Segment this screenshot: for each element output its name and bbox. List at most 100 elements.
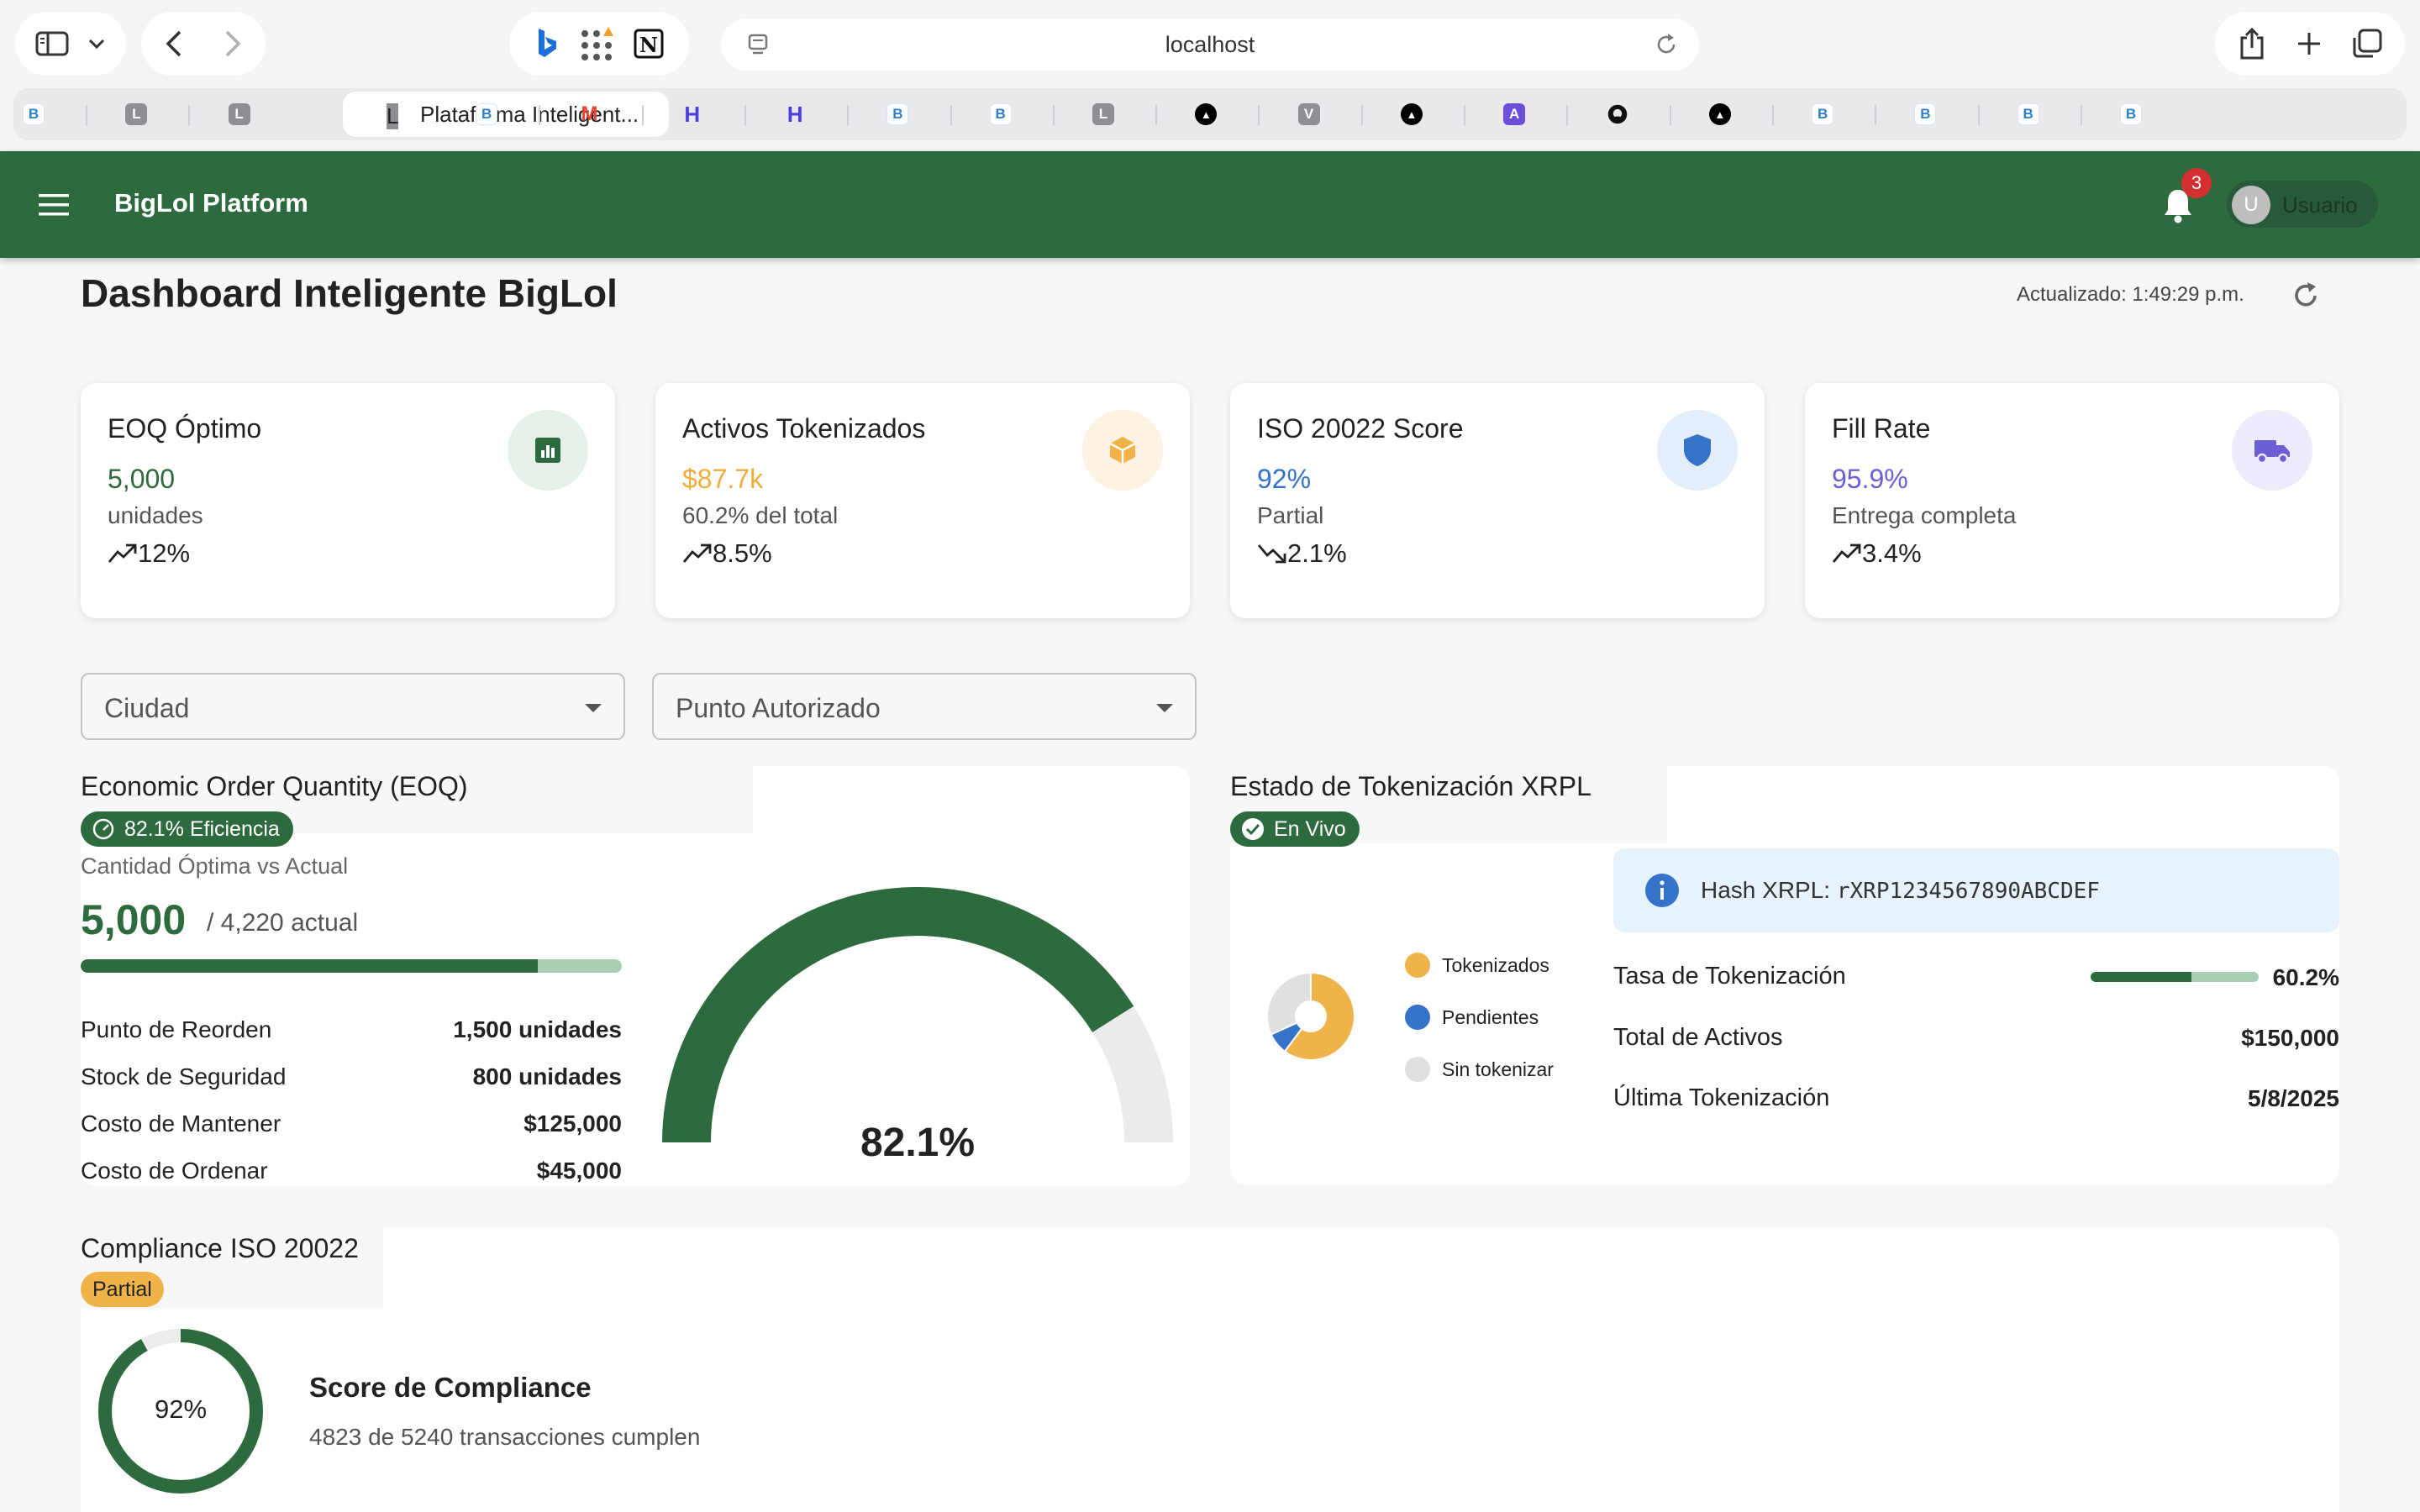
eoq-row-value: $45,000 — [536, 1158, 622, 1184]
tab-separator — [847, 105, 850, 125]
browser-tab[interactable]: B — [10, 95, 57, 134]
point-select[interactable]: Punto Autorizado — [652, 673, 1197, 740]
tab-bar: L Plataforma Inteligent... B L L B M H H B B L ▲ V ▲… — [13, 88, 2407, 140]
reload-icon[interactable] — [1654, 32, 1679, 57]
legend-label: Sin tokenizar — [1442, 1058, 1554, 1080]
gauge-label: 82.1% — [860, 1121, 975, 1165]
address-bar[interactable]: localhost — [721, 18, 1699, 71]
browser-tab[interactable]: ▲ — [1182, 95, 1229, 134]
browser-tab[interactable] — [1594, 95, 1641, 134]
eoq-optimal-value: 5,000 — [81, 896, 187, 943]
browser-tab[interactable]: B — [1799, 95, 1846, 134]
tab-favicon: B — [1812, 103, 1834, 125]
browser-tab[interactable]: B — [463, 95, 510, 134]
chevron-down-icon — [1156, 704, 1173, 712]
tab-separator — [1566, 105, 1569, 125]
donut-slice — [1266, 971, 1312, 1036]
hash-text: Hash XRPL: rXRP1234567890ABCDEF — [1701, 877, 2100, 904]
sidebar-toggle-group[interactable] — [15, 12, 126, 76]
browser-tab[interactable]: H — [771, 95, 818, 134]
browser-tab[interactable]: B — [2005, 95, 2052, 134]
tab-overview-icon[interactable] — [2351, 28, 2383, 60]
live-chip: En Vivo — [1230, 811, 1360, 847]
browser-tab[interactable]: B — [1902, 95, 1949, 134]
tab-separator — [86, 105, 88, 125]
kpi-trend: 12% — [108, 538, 190, 569]
back-icon[interactable] — [158, 27, 192, 60]
tab-favicon: ▲ — [1195, 103, 1218, 125]
avatar: U — [2232, 186, 2270, 224]
box-icon — [1082, 410, 1163, 491]
tab-separator — [1464, 105, 1466, 125]
app-title: BigLol Platform — [114, 188, 308, 218]
browser-tab[interactable]: A — [1491, 95, 1538, 134]
speedometer-icon — [92, 818, 114, 840]
page-title: Dashboard Inteligente BigLol — [81, 271, 618, 315]
apps-grid-icon[interactable] — [579, 26, 614, 61]
tab-favicon: ▲ — [1708, 103, 1731, 125]
browser-tab[interactable]: L — [1080, 95, 1127, 134]
truck-icon — [2232, 410, 2312, 491]
browser-tab[interactable]: L — [216, 95, 263, 134]
hash-label: Hash XRPL: — [1701, 877, 1837, 903]
bing-icon[interactable] — [534, 27, 559, 60]
tab-favicon: H — [684, 101, 701, 127]
chevron-down-icon[interactable] — [87, 38, 106, 50]
eoq-row-value: 800 unidades — [472, 1063, 622, 1089]
tab-favicon: B — [23, 103, 45, 125]
sidebar-icon[interactable] — [35, 31, 69, 56]
browser-tab[interactable]: B — [874, 95, 921, 134]
kpi-subtitle: Partial — [1257, 502, 1324, 528]
kpi-title: Activos Tokenizados — [682, 413, 926, 444]
browser-tab[interactable]: B — [977, 95, 1024, 134]
kpi-value: 5,000 — [108, 464, 176, 494]
browser-tab[interactable]: H — [669, 95, 716, 134]
tokenization-title: Estado de Tokenización XRPL — [1230, 771, 1591, 801]
efficiency-chip-label: 82.1% Eficiencia — [124, 816, 280, 841]
forward-icon[interactable] — [215, 27, 249, 60]
browser-chrome: N localhost L Plataforma Inteligent... B… — [0, 0, 2420, 151]
chevron-down-icon — [585, 704, 602, 712]
browser-tab[interactable]: M — [566, 95, 613, 134]
browser-tab[interactable]: B — [2107, 95, 2154, 134]
eoq-subtitle: Cantidad Óptima vs Actual — [81, 853, 349, 879]
new-tab-icon[interactable] — [2296, 30, 2323, 57]
eoq-actual-value: / 4,220 actual — [207, 909, 359, 937]
tab-favicon: L — [228, 103, 250, 125]
rate-value: 60.2% — [2272, 964, 2339, 990]
total-assets-value: $150,000 — [2241, 1025, 2339, 1051]
last-tokenization-label: Última Tokenización — [1613, 1084, 1830, 1111]
tab-separator — [188, 105, 191, 125]
notion-icon[interactable]: N — [633, 28, 665, 60]
browser-tab[interactable]: ▲ — [1697, 95, 1744, 134]
browser-tab[interactable]: L — [113, 95, 160, 134]
notification-badge: 3 — [2181, 168, 2212, 198]
kpi-trend: 8.5% — [682, 538, 772, 569]
kpi-title: EOQ Óptimo — [108, 413, 262, 444]
tokenization-donut — [1266, 971, 1355, 1061]
kpi-value: 95.9% — [1832, 464, 1908, 494]
kpi-trend-value: 3.4% — [1862, 538, 1922, 568]
rate-bar-fill — [2091, 972, 2192, 982]
eoq-row-value: $125,000 — [523, 1110, 622, 1137]
tab-separator — [1360, 105, 1363, 125]
menu-icon[interactable] — [37, 192, 71, 218]
city-select-value: Ciudad — [104, 693, 190, 723]
browser-tab[interactable]: V — [1286, 95, 1333, 134]
eoq-title: Economic Order Quantity (EOQ) — [81, 771, 468, 801]
kpi-trend-value: 8.5% — [713, 538, 772, 568]
tab-separator — [1155, 105, 1158, 125]
refresh-icon[interactable] — [2289, 279, 2323, 312]
legend-swatch — [1405, 953, 1430, 978]
tab-separator — [539, 105, 541, 125]
total-assets-label: Total de Activos — [1613, 1024, 1783, 1051]
tab-separator — [1875, 105, 1877, 125]
eoq-row-label: Costo de Ordenar — [81, 1158, 268, 1184]
share-icon[interactable] — [2237, 26, 2267, 61]
kpi-title: ISO 20022 Score — [1257, 413, 1464, 444]
score-subtitle: 4823 de 5240 transacciones cumplen — [309, 1424, 701, 1450]
tab-separator — [641, 105, 644, 125]
browser-tab[interactable]: ▲ — [1388, 95, 1435, 134]
legend-label: Pendientes — [1442, 1006, 1539, 1028]
city-select[interactable]: Ciudad — [81, 673, 625, 740]
